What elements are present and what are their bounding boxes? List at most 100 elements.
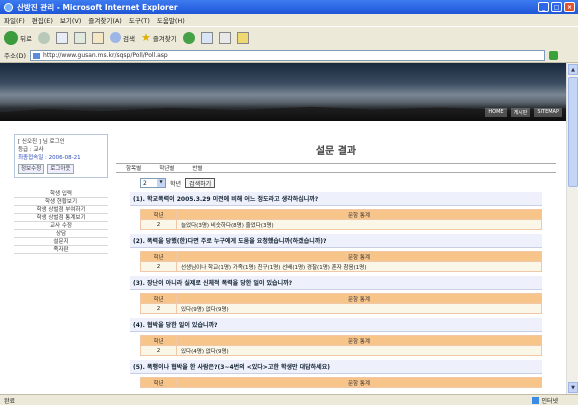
cell-grade: 2 <box>140 345 177 356</box>
maximize-button[interactable]: □ <box>551 2 562 12</box>
tab-by-class[interactable]: 반별 <box>192 164 202 172</box>
cell-stats: 있다(4명) 없다(9명) <box>176 345 542 356</box>
back-button[interactable]: 뒤로 <box>4 30 32 45</box>
banner-landscape <box>0 106 566 121</box>
print-icon[interactable] <box>218 31 231 44</box>
col-header-stats: 문항 통계 <box>176 377 542 388</box>
col-header-grade: 학년 <box>140 293 177 304</box>
question-table: 학년 문항 통계 2 있다(9명) 없다(9명) <box>140 293 542 314</box>
favorites-button[interactable]: ★ 즐겨찾기 <box>141 31 177 44</box>
page-title: 설문 결과 <box>315 146 357 157</box>
history-icon[interactable] <box>182 31 195 44</box>
sidebar: [ 신오진 ] 님 로그인 등급 : 교사 최종접속일 : 2006-08-21… <box>14 134 108 394</box>
back-arrow-icon <box>4 30 18 45</box>
window-controls: _ □ × <box>538 2 575 12</box>
question-table: 학년 문항 통계 2 있다(4명) 없다(9명) <box>140 335 542 356</box>
col-header-stats: 문항 통계 <box>176 293 542 304</box>
sidebar-item-survey[interactable]: 설문지 <box>14 238 108 246</box>
ie-logo-icon <box>4 2 13 12</box>
cell-stats: 있다(9명) 없다(9명) <box>176 303 542 314</box>
tab-by-grade[interactable]: 학년별 <box>159 164 174 172</box>
question-title: (3). 장난이 아니라 실제로 신체적 폭력을 당한 일이 있습니까? <box>130 276 542 290</box>
address-bar: 주소(D) http://www.gusan.ms.kr/sqsp/Poll/P… <box>0 48 578 63</box>
question-title: (2). 폭력을 당했(한)다면 주로 누구에게 도움을 요청했습니까(하겠습니… <box>130 234 542 248</box>
sidebar-item-merit-assign[interactable]: 학생 상벌점 부여하기 <box>14 206 108 214</box>
mail-icon[interactable] <box>200 31 213 44</box>
question-table: 학년 문항 통계 <box>140 377 542 388</box>
question-table: 학년 문항 통계 2 선생님이나 학교(1명) 가족(1명) 친구(1명) 선배(1… <box>140 251 542 272</box>
sidebar-item-student-input[interactable]: 학생 입력 <box>14 190 108 198</box>
banner-link-sitemap[interactable]: SITEMAP <box>534 108 562 117</box>
question-block: (2). 폭력을 당했(한)다면 주로 누구에게 도움을 요청했습니까(하겠습니… <box>130 234 542 272</box>
security-zone: 인터넷 <box>532 396 558 405</box>
scroll-up-arrow-icon[interactable]: ▲ <box>568 64 578 75</box>
question-title: (1). 학교폭력이 2005.3.29 이전에 비해 어느 정도라고 생각하십… <box>130 192 542 206</box>
search-submit-button[interactable]: 검색하기 <box>185 178 216 188</box>
question-block: (4). 협박을 당한 일이 있습니까? 학년 문항 통계 2 있다(4명) 없다(… <box>130 318 542 356</box>
user-grade: 등급 : 교사 <box>18 147 44 153</box>
stop-icon[interactable] <box>55 31 68 44</box>
user-last-login: 최종접속일 : 2006-08-21 <box>18 155 81 161</box>
menu-edit[interactable]: 편집(E) <box>32 15 53 25</box>
question-block: (5). 폭행이나 협박을 한 사람은?(3~4번의 <있다>고한 학생만 대답… <box>130 360 542 388</box>
banner-link-board[interactable]: 게시판 <box>510 108 531 117</box>
globe-icon <box>532 396 540 404</box>
cell-grade: 2 <box>140 261 177 272</box>
side-menu: 학생 입력 학생 현황보기 학생 상벌점 부여하기 학생 상벌점 통계보기 교사… <box>14 190 108 254</box>
sidebar-item-scroll[interactable]: 족자판 <box>14 246 108 254</box>
cell-grade: 2 <box>140 303 177 314</box>
chevron-down-icon: ▼ <box>157 179 165 187</box>
scroll-thumb[interactable] <box>568 77 578 187</box>
menu-favorites[interactable]: 즐겨찾기(A) <box>88 15 121 25</box>
sidebar-item-merit-stats[interactable]: 학생 상벌점 통계보기 <box>14 214 108 222</box>
edit-info-button[interactable]: 정보수정 <box>18 164 45 174</box>
forward-button[interactable] <box>37 31 50 44</box>
col-header-grade: 학년 <box>140 209 177 220</box>
scroll-down-arrow-icon[interactable]: ▼ <box>568 382 578 393</box>
tab-by-item[interactable]: 항목별 <box>126 164 141 172</box>
cell-grade: 2 <box>140 219 177 230</box>
menu-view[interactable]: 보기(V) <box>60 15 81 25</box>
menu-help[interactable]: 도움말(H) <box>157 15 185 25</box>
status-bar: 완료 인터넷 <box>0 394 578 405</box>
logout-button[interactable]: 로그아웃 <box>47 164 74 174</box>
minimize-button[interactable]: _ <box>538 2 549 12</box>
window-title: 산방진 관리 - Microsoft Internet Explorer <box>17 2 178 12</box>
col-header-stats: 문항 통계 <box>176 251 542 262</box>
sidebar-item-student-status[interactable]: 학생 현황보기 <box>14 198 108 206</box>
sidebar-item-teacher-edit[interactable]: 교사 수정 <box>14 222 108 230</box>
col-header-grade: 학년 <box>140 251 177 262</box>
user-greeting: [ 신오진 ] 님 로그인 <box>18 139 65 145</box>
close-button[interactable]: × <box>564 2 575 12</box>
search-icon <box>109 32 121 43</box>
user-info-box: [ 신오진 ] 님 로그인 등급 : 교사 최종접속일 : 2006-08-21… <box>14 134 108 178</box>
question-block: (3). 장난이 아니라 실제로 신체적 폭력을 당한 일이 있습니까? 학년 문… <box>130 276 542 314</box>
search-button[interactable]: 검색 <box>109 32 135 43</box>
sidebar-item-counsel[interactable]: 상담 <box>14 230 108 238</box>
tab-row: 항목별 학년별 반별 <box>116 163 556 173</box>
grade-select[interactable]: 2 ▼ <box>140 178 166 188</box>
menu-file[interactable]: 파일(F) <box>4 15 25 25</box>
page-viewport: HOME 게시판 SITEMAP [ 신오진 ] 님 로그인 등급 : 교사 최… <box>0 63 566 394</box>
status-text: 완료 <box>4 397 16 405</box>
home-icon[interactable] <box>91 31 104 44</box>
folder-icon[interactable] <box>236 31 249 44</box>
col-header-grade: 학년 <box>140 377 177 388</box>
col-header-grade: 학년 <box>140 335 177 346</box>
star-icon: ★ <box>140 31 151 44</box>
menu-bar: 파일(F) 편집(E) 보기(V) 즐겨찾기(A) 도구(T) 도움말(H) <box>0 14 578 26</box>
question-table: 학년 문항 통계 2 늘었다(3명) 비슷하다(8명) 줄었다(3명) <box>140 209 542 230</box>
vertical-scrollbar[interactable]: ▲ ▼ <box>566 63 578 394</box>
banner-link-home[interactable]: HOME <box>485 108 507 117</box>
banner-links: HOME 게시판 SITEMAP <box>485 108 562 117</box>
cell-stats: 선생님이나 학교(1명) 가족(1명) 친구(1명) 선배(1명) 경찰(1명)… <box>176 261 542 272</box>
go-button[interactable] <box>549 50 559 60</box>
question-title: (4). 협박을 당한 일이 있습니까? <box>130 318 542 332</box>
menu-tools[interactable]: 도구(T) <box>129 15 150 25</box>
address-input[interactable]: http://www.gusan.ms.kr/sqsp/Poll/Poll.as… <box>30 49 546 61</box>
cell-stats: 늘었다(3명) 비슷하다(8명) 줄었다(3명) <box>176 219 542 230</box>
address-label: 주소(D) <box>4 52 27 60</box>
refresh-icon[interactable] <box>73 31 86 44</box>
question-block: (1). 학교폭력이 2005.3.29 이전에 비해 어느 정도라고 생각하십… <box>130 192 542 230</box>
main-content: 설문 결과 항목별 학년별 반별 2 ▼ 학년 검색하기 (1). 학교폭력이 … <box>116 134 556 394</box>
